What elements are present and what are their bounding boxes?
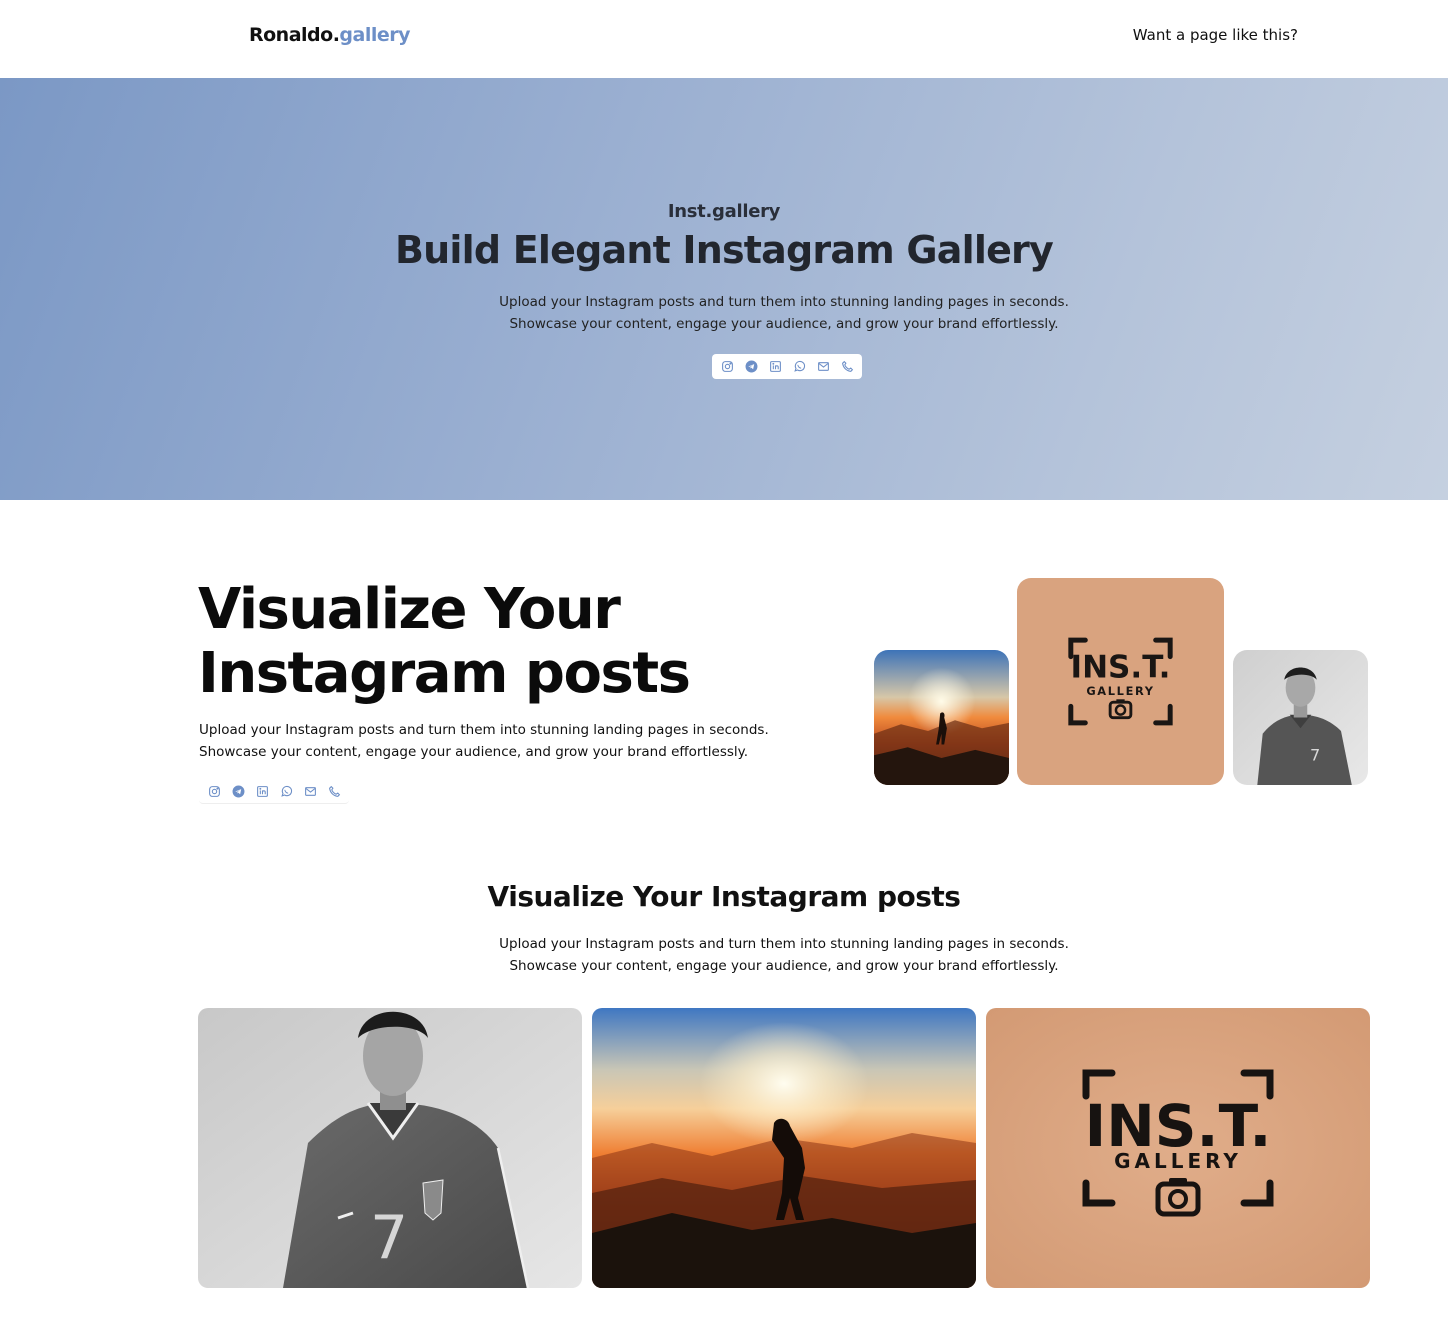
hero-social-links xyxy=(712,354,862,379)
phone-icon[interactable] xyxy=(838,358,856,376)
jersey-number-large: 7 xyxy=(370,1203,408,1273)
site-header: Ronaldo.gallery Want a page like this? xyxy=(0,0,1448,78)
sunset-post-thumbnail[interactable] xyxy=(874,650,1009,785)
whatsapp-icon[interactable] xyxy=(790,358,808,376)
jersey-number-small: 7 xyxy=(1310,746,1320,765)
gallery-card-ronaldo[interactable]: 7 xyxy=(198,1008,582,1288)
inst-gallery-logo-thumbnail[interactable]: INS.T. GALLERY xyxy=(1017,578,1224,785)
instagram-icon[interactable] xyxy=(205,782,223,800)
gallery-description: Upload your Instagram posts and turn the… xyxy=(499,936,1069,974)
linkedin-icon[interactable] xyxy=(253,782,271,800)
gallery-card-sunset[interactable] xyxy=(592,1008,976,1288)
email-icon[interactable] xyxy=(814,358,832,376)
logo-main-text: Ronaldo. xyxy=(249,24,340,46)
whatsapp-icon[interactable] xyxy=(277,782,295,800)
telegram-icon[interactable] xyxy=(742,358,760,376)
hero-title: Build Elegant Instagram Gallery xyxy=(395,228,1054,272)
logo-image-line2: GALLERY xyxy=(1086,684,1154,698)
phone-icon[interactable] xyxy=(325,782,343,800)
feature-description: Upload your Instagram posts and turn the… xyxy=(199,722,769,760)
feature-title: Visualize Your Instagram posts xyxy=(198,577,691,706)
logo-image-line1: INS.T. xyxy=(1071,649,1171,685)
ronaldo-post-thumbnail[interactable]: 7 xyxy=(1233,650,1368,785)
hero-eyebrow: Inst.gallery xyxy=(667,201,781,222)
feature-social-links xyxy=(199,779,349,804)
linkedin-icon[interactable] xyxy=(766,358,784,376)
hero-banner: Inst.gallery Build Elegant Instagram Gal… xyxy=(0,78,1448,500)
logo-accent-text: gallery xyxy=(339,24,411,46)
gallery-card-inst-gallery-logo[interactable]: INS.T. GALLERY xyxy=(986,1008,1370,1288)
logo-card-line2: GALLERY xyxy=(1114,1149,1242,1173)
hero-description: Upload your Instagram posts and turn the… xyxy=(499,294,1069,332)
email-icon[interactable] xyxy=(301,782,319,800)
want-page-link[interactable]: Want a page like this? xyxy=(1133,26,1298,44)
instagram-icon[interactable] xyxy=(718,358,736,376)
site-logo[interactable]: Ronaldo.gallery xyxy=(249,24,411,46)
gallery-title: Visualize Your Instagram posts xyxy=(487,880,961,913)
telegram-icon[interactable] xyxy=(229,782,247,800)
